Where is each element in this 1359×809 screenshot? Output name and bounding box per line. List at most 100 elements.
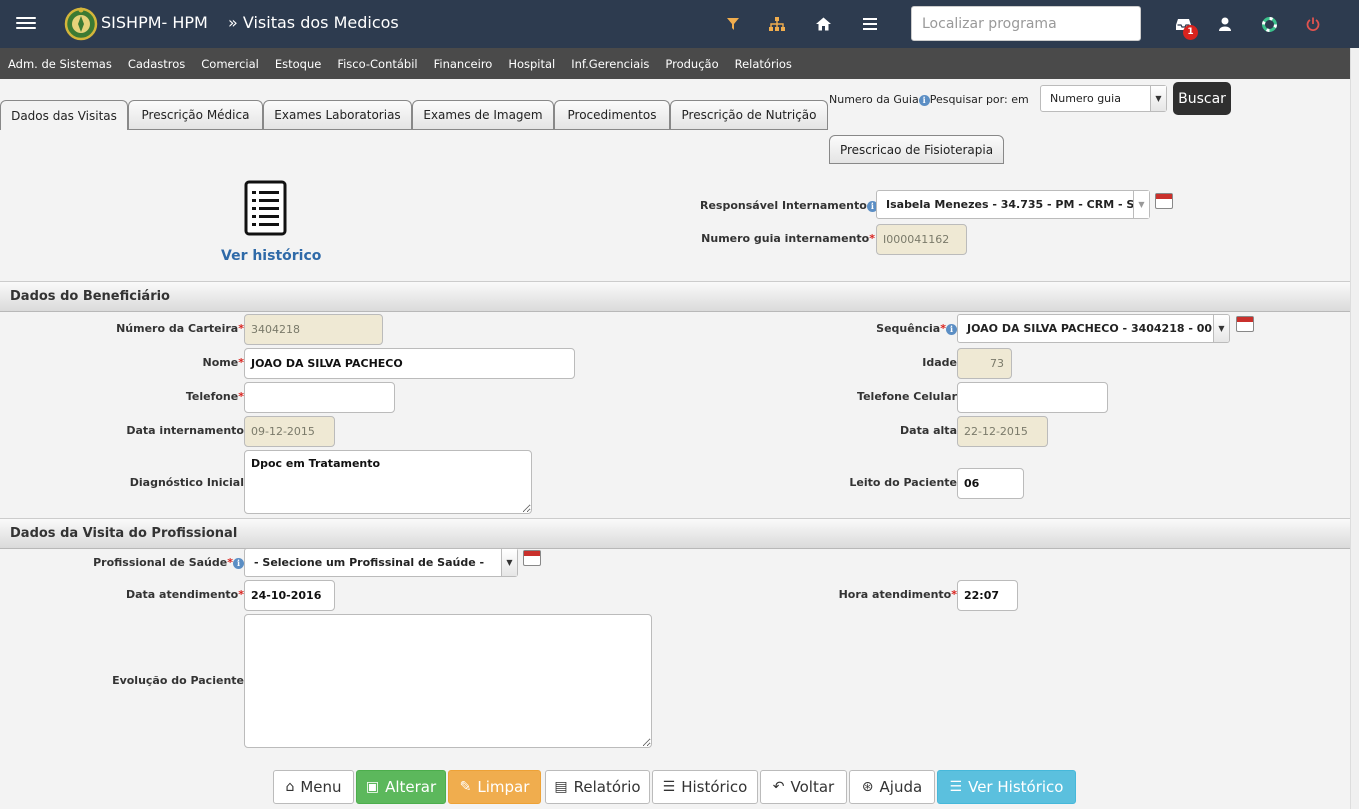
- data-alta-field: 22-12-2015: [957, 416, 1048, 447]
- app-title: SISHPM- HPM: [101, 13, 208, 32]
- telefone-field[interactable]: [244, 382, 395, 413]
- menu-item-hospital[interactable]: Hospital: [500, 48, 563, 71]
- menu-item-relatorios[interactable]: Relatórios: [727, 48, 800, 71]
- tab-prescricao-fisioterapia[interactable]: Prescricao de Fisioterapia: [829, 135, 1004, 164]
- section-beneficiario: Dados do Beneficiário: [0, 281, 1350, 312]
- data-internamento-field: 09-12-2015: [244, 416, 335, 447]
- sequencia-select[interactable]: JOAO DA SILVA PACHECO - 3404218 - 00 - C…: [957, 314, 1230, 343]
- chevron-down-icon[interactable]: ▼: [1133, 191, 1149, 218]
- hora-atendimento-field[interactable]: 22:07: [957, 580, 1018, 611]
- sequencia-value: JOAO DA SILVA PACHECO - 3404218 - 00 - C…: [967, 322, 1229, 335]
- relatorio-button[interactable]: ▤ Relatório: [545, 770, 650, 804]
- ver-historico-button[interactable]: ☰ Ver Histórico: [937, 770, 1076, 804]
- diagnostico-label: Diagnóstico Inicial: [129, 476, 244, 489]
- menu-item-adm[interactable]: Adm. de Sistemas: [0, 48, 120, 71]
- tab-procedimentos[interactable]: Procedimentos: [554, 100, 670, 129]
- home-icon: ⌂: [285, 779, 295, 795]
- responsavel-select[interactable]: Isabela Menezes - 34.735 - PM - CRM - S …: [876, 190, 1150, 219]
- data-alta-label: Data alta: [900, 424, 957, 437]
- logo: [64, 7, 98, 41]
- user-icon[interactable]: [1215, 14, 1235, 34]
- menu-item-cadastros[interactable]: Cadastros: [120, 48, 193, 71]
- menu-item-financeiro[interactable]: Financeiro: [426, 48, 501, 71]
- calendar-icon[interactable]: [523, 550, 541, 566]
- celular-field[interactable]: [957, 382, 1108, 413]
- menu-button[interactable]: ⌂ Menu: [273, 770, 354, 804]
- section-visita-profissional: Dados da Visita do Profissional: [0, 518, 1350, 549]
- celular-label: Telefone Celular: [857, 390, 957, 403]
- document-list-icon[interactable]: [244, 180, 287, 236]
- carteira-field: 3404218: [244, 314, 383, 345]
- nome-label: Nome*: [202, 356, 244, 369]
- scrollbar[interactable]: [1350, 48, 1359, 809]
- alterar-button[interactable]: ▣ Alterar: [356, 770, 446, 804]
- calendar-icon[interactable]: [1155, 193, 1173, 209]
- ajuda-button[interactable]: ⊛ Ajuda: [849, 770, 935, 804]
- leito-field[interactable]: 06: [957, 468, 1024, 499]
- list-icon: ☰: [949, 779, 963, 795]
- eraser-icon: ✎: [459, 779, 472, 795]
- notification-badge: 1: [1183, 25, 1198, 40]
- ver-historico-link[interactable]: Ver histórico: [221, 248, 321, 264]
- tab-prescricao-nutricao[interactable]: Prescrição de Nutrição: [670, 100, 828, 129]
- save-icon: ▣: [365, 779, 380, 795]
- menu-item-comercial[interactable]: Comercial: [193, 48, 267, 71]
- list-icon[interactable]: [860, 14, 880, 34]
- chevron-down-icon[interactable]: ▼: [1150, 86, 1166, 111]
- numero-guia-label: Numero da Guia: [829, 93, 919, 106]
- profissional-label: Profissional de Saúde* i: [60, 556, 244, 569]
- calendar-icon[interactable]: [1236, 316, 1254, 332]
- voltar-button[interactable]: ↶ Voltar: [760, 770, 847, 804]
- hora-atendimento-label: Hora atendimento*: [838, 588, 957, 601]
- evolucao-label: Evolução do Paciente: [112, 674, 244, 687]
- lifebuoy-icon: ⊛: [861, 779, 874, 795]
- power-icon[interactable]: [1303, 14, 1323, 34]
- undo-icon: ↶: [772, 779, 785, 795]
- tab-dados-visitas[interactable]: Dados das Visitas: [0, 100, 128, 130]
- pesquisar-label: Pesquisar por: em: [929, 93, 1029, 106]
- idade-field: 73: [957, 348, 1012, 379]
- info-icon[interactable]: i: [946, 323, 957, 335]
- filter-icon[interactable]: [723, 14, 743, 34]
- historico-button[interactable]: ☰ Histórico: [652, 770, 758, 804]
- menu-item-fisco[interactable]: Fisco-Contábil: [329, 48, 425, 71]
- search-field-select-value: Numero guia: [1050, 92, 1121, 105]
- responsavel-label: Responsável Internamento i: [700, 199, 878, 212]
- evolucao-textarea[interactable]: [244, 614, 652, 748]
- nome-field[interactable]: JOAO DA SILVA PACHECO: [244, 348, 575, 379]
- data-internamento-label: Data internamento: [126, 424, 244, 437]
- tab-exames-laboratorias[interactable]: Exames Laboratorias: [263, 100, 412, 129]
- info-icon[interactable]: i: [233, 557, 244, 569]
- leito-label: Leito do Paciente: [849, 476, 957, 489]
- guia-internamento-field: I000041162: [876, 224, 967, 255]
- chevron-down-icon[interactable]: ▼: [1213, 315, 1229, 342]
- limpar-button[interactable]: ✎ Limpar: [448, 770, 541, 804]
- chevron-down-icon[interactable]: ▼: [501, 549, 517, 576]
- sitemap-icon[interactable]: [767, 14, 787, 34]
- tab-prescricao-medica[interactable]: Prescrição Médica: [128, 100, 263, 129]
- tab-exames-imagem[interactable]: Exames de Imagem: [412, 100, 554, 129]
- home-icon[interactable]: [813, 14, 833, 34]
- search-field-select[interactable]: Numero guia ▼: [1040, 85, 1167, 112]
- carteira-label: Número da Carteira*: [116, 322, 244, 335]
- data-atendimento-label: Data atendimento*: [125, 588, 244, 601]
- hamburger-menu-icon[interactable]: [16, 14, 36, 34]
- info-icon[interactable]: i: [918, 94, 930, 106]
- idade-label: Idade: [922, 356, 957, 369]
- profissional-select[interactable]: - Selecione um Profissinal de Saúde - ▼: [244, 548, 518, 577]
- menu-item-estoque[interactable]: Estoque: [267, 48, 329, 71]
- guia-search-label: Numero da Guia i Pesquisar por: em: [829, 93, 1029, 106]
- page-title: » Visitas dos Medicos: [228, 13, 399, 32]
- main-menu-bar: Adm. de Sistemas Cadastros Comercial Est…: [0, 48, 1350, 79]
- top-bar: SISHPM- HPM » Visitas dos Medicos 1: [0, 0, 1359, 48]
- buscar-button[interactable]: Buscar: [1173, 82, 1231, 115]
- menu-item-inf-gerenciais[interactable]: Inf.Gerenciais: [563, 48, 657, 71]
- list-icon: ☰: [662, 779, 676, 795]
- responsavel-value: Isabela Menezes - 34.735 - PM - CRM - S: [886, 198, 1135, 211]
- menu-item-producao[interactable]: Produção: [657, 48, 726, 71]
- lifebuoy-icon[interactable]: [1259, 14, 1279, 34]
- diagnostico-textarea[interactable]: Dpoc em Tratamento: [244, 450, 532, 514]
- profissional-value: - Selecione um Profissinal de Saúde -: [254, 556, 485, 569]
- data-atendimento-field[interactable]: 24-10-2016: [244, 580, 335, 611]
- search-program-input[interactable]: [911, 6, 1141, 41]
